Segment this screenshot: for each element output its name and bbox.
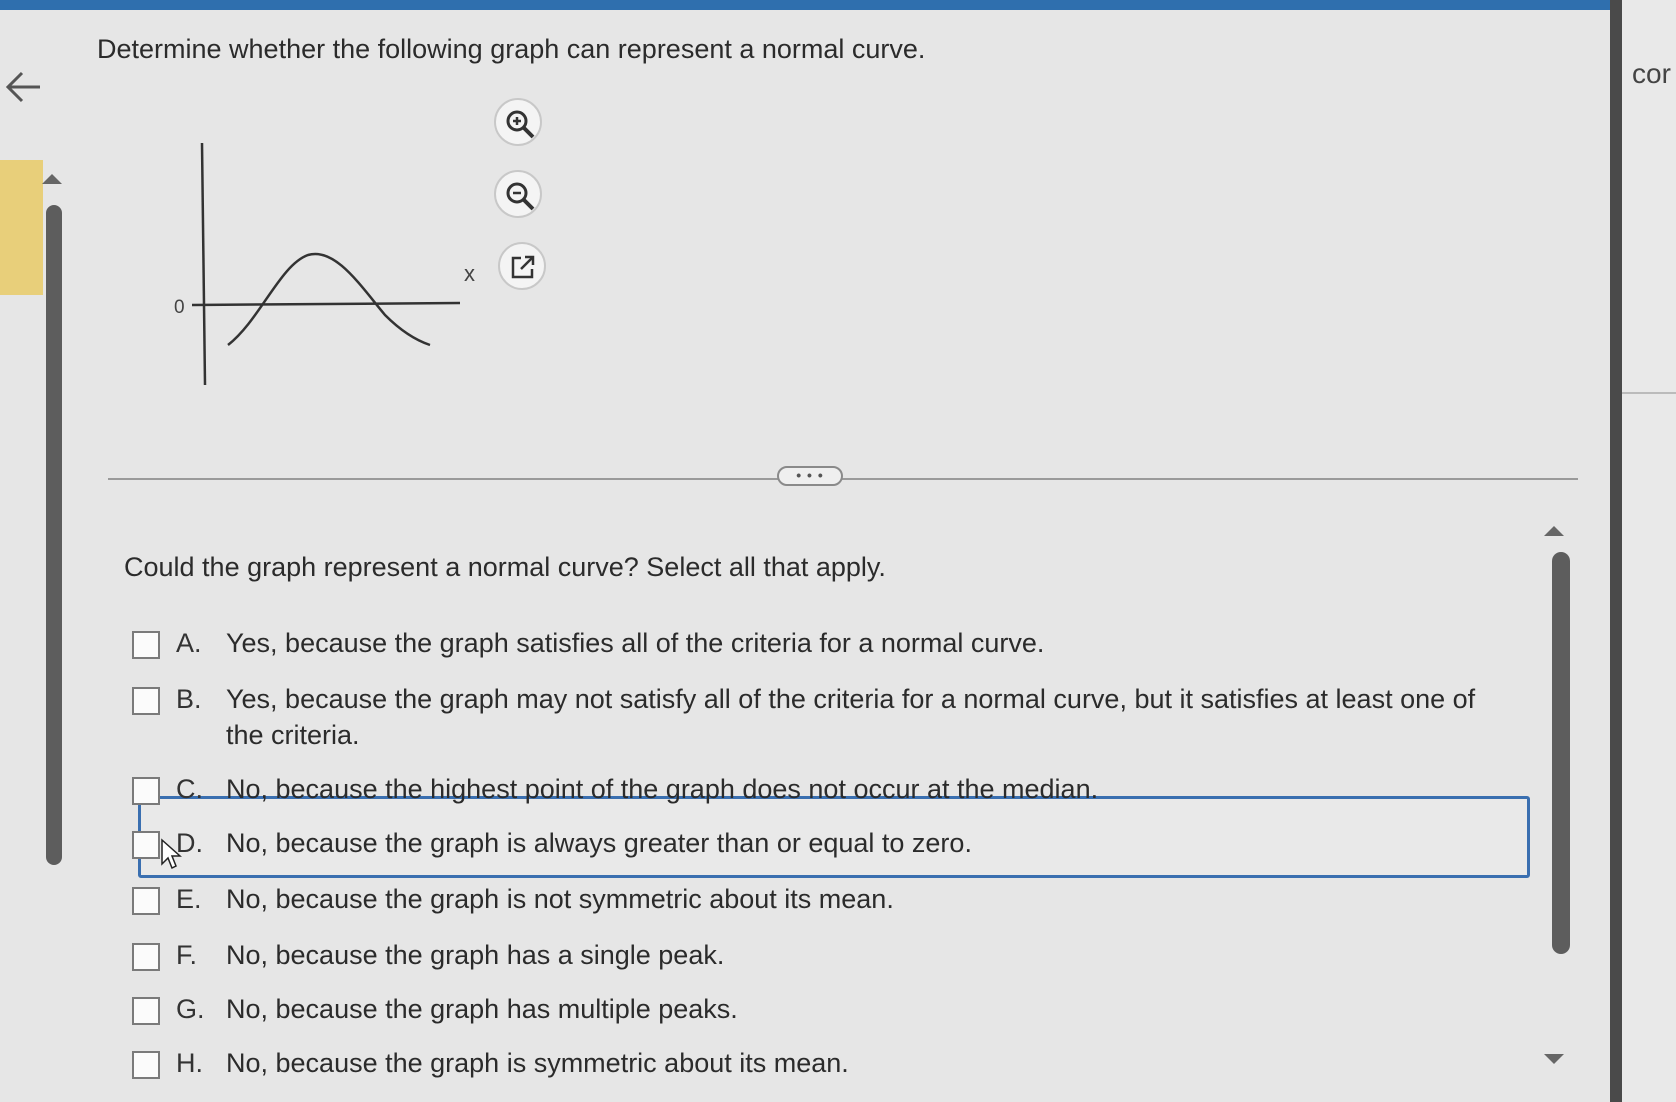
option-text: No, because the graph has a single peak. xyxy=(226,940,725,970)
checkbox[interactable] xyxy=(132,631,160,659)
popout-button[interactable] xyxy=(498,242,546,290)
question-prompt: Could the graph represent a normal curve… xyxy=(124,552,886,582)
side-tab[interactable] xyxy=(0,160,43,295)
checkbox[interactable] xyxy=(132,997,160,1025)
option-text: No, because the highest point of the gra… xyxy=(226,774,1099,804)
option-letter: A. xyxy=(176,628,202,658)
option-letter: C. xyxy=(176,774,203,804)
checkbox[interactable] xyxy=(132,943,160,971)
scroll-up-icon[interactable] xyxy=(42,174,62,184)
checkbox[interactable] xyxy=(132,777,160,805)
option-text: No, because the graph is not symmetric a… xyxy=(226,884,894,914)
sine-curve xyxy=(227,252,431,347)
curve-graph: 0 x xyxy=(174,142,475,386)
option-text: Yes, because the graph may not satisfy a… xyxy=(226,684,1476,750)
right-panel xyxy=(1622,0,1676,1102)
checkbox[interactable] xyxy=(132,831,160,859)
question-title: Determine whether the following graph ca… xyxy=(97,34,926,64)
back-arrow-icon[interactable] xyxy=(2,66,44,108)
scroll-down-icon[interactable] xyxy=(1544,1054,1564,1064)
option-text: No, because the graph has multiple peaks… xyxy=(226,994,738,1024)
right-panel-text: cor xyxy=(1632,58,1671,89)
option-b[interactable]: B. Yes, because the graph may not satisf… xyxy=(132,684,1486,753)
section-divider xyxy=(108,478,1578,480)
checkbox[interactable] xyxy=(132,887,160,915)
zoom-in-icon xyxy=(506,110,535,139)
mouse-cursor-icon xyxy=(161,838,182,870)
right-panel-divider xyxy=(1622,392,1676,394)
x-axis-label: x xyxy=(464,261,475,286)
option-h[interactable]: H. No, because the graph is symmetric ab… xyxy=(132,1048,1486,1081)
left-scrollbar-thumb[interactable] xyxy=(46,205,62,865)
option-letter: F. xyxy=(176,940,198,970)
panel-edge xyxy=(1610,0,1622,1102)
top-bar xyxy=(0,0,1610,10)
option-letter: E. xyxy=(176,884,202,914)
zoom-out-icon xyxy=(506,182,535,211)
option-d[interactable]: D. No, because the graph is always great… xyxy=(132,828,1486,861)
right-scrollbar-thumb[interactable] xyxy=(1552,552,1570,954)
y-zero-label: 0 xyxy=(174,297,185,318)
x-axis xyxy=(191,301,461,307)
option-letter: B. xyxy=(176,684,202,714)
option-e[interactable]: E. No, because the graph is not symmetri… xyxy=(132,884,1486,917)
option-g[interactable]: G. No, because the graph has multiple pe… xyxy=(132,994,1486,1027)
option-text: No, because the graph is symmetric about… xyxy=(226,1048,849,1078)
option-text: No, because the graph is always greater … xyxy=(226,828,972,858)
checkbox[interactable] xyxy=(132,1051,160,1079)
option-a[interactable]: A. Yes, because the graph satisfies all … xyxy=(132,628,1486,661)
option-c[interactable]: C. No, because the highest point of the … xyxy=(132,774,1486,807)
zoom-in-button[interactable] xyxy=(494,98,542,146)
option-f[interactable]: F. No, because the graph has a single pe… xyxy=(132,940,1486,973)
checkbox[interactable] xyxy=(132,687,160,715)
option-text: Yes, because the graph satisfies all of … xyxy=(226,628,1045,658)
option-letter: D. xyxy=(176,828,203,858)
zoom-out-button[interactable] xyxy=(494,170,542,218)
expand-more-button[interactable]: • • • xyxy=(777,466,843,486)
y-axis xyxy=(200,142,207,386)
option-letter: H. xyxy=(176,1048,203,1078)
option-letter: G. xyxy=(176,994,205,1024)
scroll-up-icon[interactable] xyxy=(1544,526,1564,536)
external-link-icon xyxy=(511,255,535,279)
